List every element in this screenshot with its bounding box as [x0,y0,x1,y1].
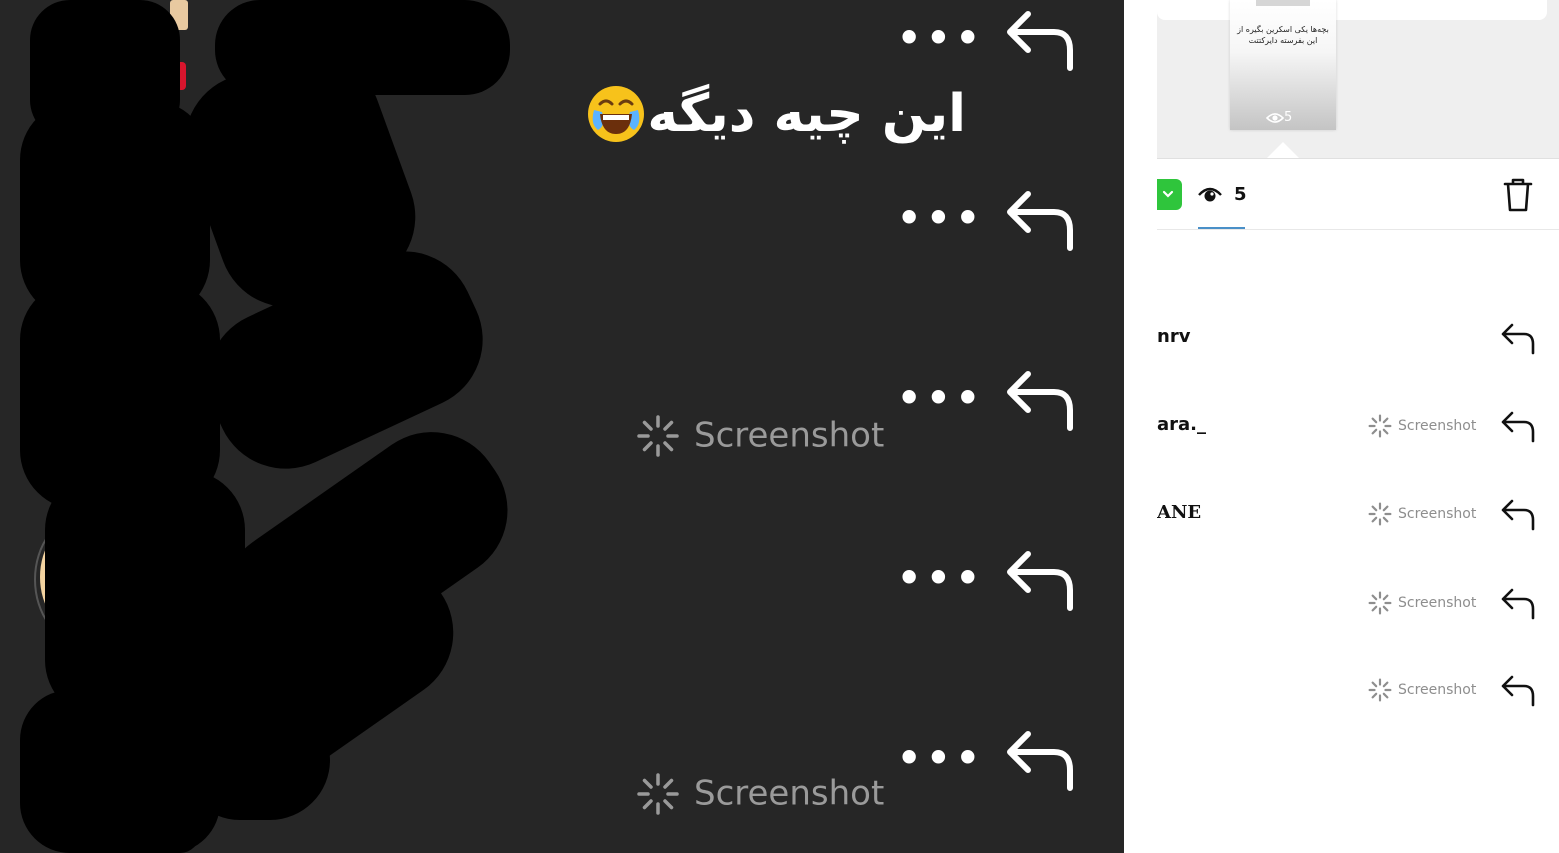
viewer-username: ara._ [1157,414,1207,435]
reply-icon[interactable] [1004,550,1076,612]
reply-message-text: این چیه دیگه [647,84,966,144]
panel-gutter [1124,0,1157,853]
reply-icon[interactable] [1004,10,1076,72]
story-toolbar: 5 [1157,159,1559,230]
screenshot-spinner-icon [1368,591,1392,615]
active-tab-underline [1198,227,1245,229]
reply-icon[interactable] [1004,730,1076,792]
more-options-button[interactable]: ••• [897,559,985,597]
screenshot-spinner-icon [1368,414,1392,438]
close-friends-toggle[interactable] [1157,179,1182,210]
screenshot-label: Screenshot [1398,418,1477,434]
viewer-username: ANE [1157,502,1202,523]
screenshot-indicator: Screenshot [1368,414,1476,438]
more-options-button[interactable]: ••• [897,199,985,237]
screenshot-spinner-icon [637,414,679,457]
views-count: 5 [1234,184,1247,205]
laughing-emoji-icon [588,86,644,142]
story-preview-strip: بچه‌ها یکی اسکرین بگیره از این بفرسته دا… [1157,0,1559,159]
screenshot-indicator: Screenshot [636,412,885,457]
reply-icon[interactable] [1500,674,1536,708]
reply-icon[interactable] [1500,322,1536,356]
screenshot-indicator: Screenshot [1368,591,1476,615]
thumbnail-tab [1256,0,1310,6]
preview-top-card [1157,0,1547,20]
reply-icon[interactable] [1004,370,1076,432]
selected-story-caret [1267,142,1299,158]
chevron-down-icon [1162,190,1174,198]
more-options-button[interactable]: ••• [897,19,985,57]
screenshot-label: Screenshot [1398,506,1477,522]
screenshot-indicator: Screenshot [1368,502,1476,526]
viewer-row[interactable]: Screenshot [1157,583,1559,623]
trash-icon[interactable] [1502,177,1534,213]
screenshot-label: Screenshot [694,773,885,814]
thumbnail-views-count: 5 [1284,110,1293,125]
reply-icon[interactable] [1500,587,1536,621]
viewer-row[interactable]: ANE Screenshot [1157,494,1559,534]
story-viewers-light-panel: بچه‌ها یکی اسکرین بگیره از این بفرسته دا… [1157,0,1559,853]
viewer-row[interactable]: Screenshot [1157,670,1559,710]
views-eye-icon[interactable] [1197,185,1223,205]
story-activity-dark-panel: ••• این چیه دیگه ••• ••• Screenshot ••• [0,0,1124,853]
screenshot-spinner-icon [1368,678,1392,702]
viewer-row[interactable]: nrv [1157,318,1559,358]
screenshot-label: Screenshot [1398,595,1477,611]
screenshot-spinner-icon [637,772,679,815]
thumbnail-views: 5 [1265,110,1293,125]
screenshot-indicator: Screenshot [636,770,885,815]
screenshot-label: Screenshot [694,415,885,456]
reply-icon[interactable] [1004,190,1076,252]
story-thumbnail-text: بچه‌ها یکی اسکرین بگیره از این بفرسته دا… [1237,25,1329,45]
more-options-button[interactable]: ••• [897,739,985,777]
story-thumbnail[interactable]: بچه‌ها یکی اسکرین بگیره از این بفرسته دا… [1230,0,1336,130]
eye-icon [1265,112,1285,123]
screenshot-indicator: Screenshot [1368,678,1476,702]
screenshot-spinner-icon [1368,502,1392,526]
reply-icon[interactable] [1500,410,1536,444]
screenshot-label: Screenshot [1398,682,1477,698]
reply-icon[interactable] [1500,498,1536,532]
viewer-row[interactable]: ara._ Screenshot [1157,406,1559,446]
more-options-button[interactable]: ••• [897,379,985,417]
viewer-username: nrv [1157,326,1191,347]
